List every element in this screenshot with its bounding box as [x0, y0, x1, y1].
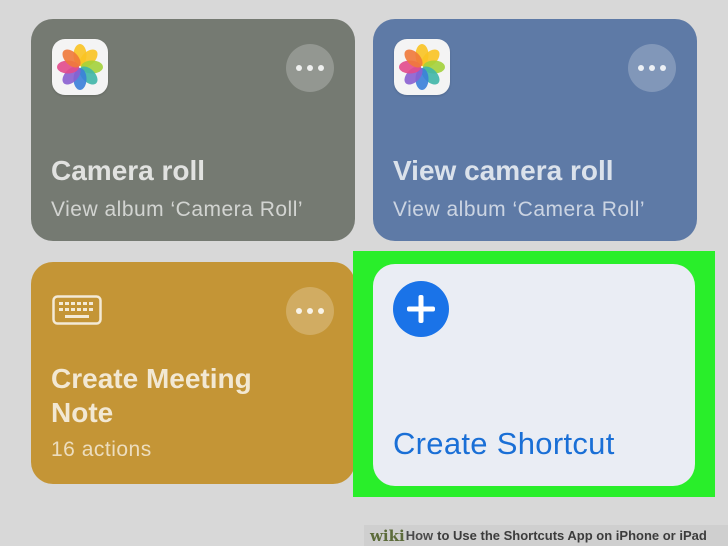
shortcut-card-camera-roll[interactable]: Camera roll View album ‘Camera Roll’: [31, 19, 355, 241]
create-shortcut-button[interactable]: Create Shortcut: [373, 264, 695, 486]
more-options-button[interactable]: [286, 44, 334, 92]
shortcut-title: Create Meeting Note: [51, 363, 252, 428]
ellipsis-icon: [638, 65, 644, 71]
watermark-how: How: [405, 528, 434, 543]
shortcut-subtitle: 16 actions: [51, 438, 152, 461]
shortcut-card-view-camera-roll[interactable]: View camera roll View album ‘Camera Roll…: [373, 19, 697, 241]
create-shortcut-label: Create Shortcut: [393, 426, 615, 461]
ellipsis-icon: [296, 65, 302, 71]
more-options-button[interactable]: [628, 44, 676, 92]
more-options-button[interactable]: [286, 287, 334, 335]
shortcuts-gallery: Camera roll View album ‘Camera Roll’ Vie…: [0, 0, 728, 546]
watermark-brand: wiki: [370, 526, 405, 545]
plus-icon: [393, 281, 449, 337]
keyboard-icon: [52, 295, 102, 330]
ellipsis-icon: [296, 308, 302, 314]
photos-icon: [394, 39, 450, 95]
shortcut-card-create-meeting-note[interactable]: Create Meeting Note 16 actions: [31, 262, 355, 484]
shortcut-subtitle: View album ‘Camera Roll’: [393, 198, 646, 221]
watermark: wiki How to Use the Shortcuts App on iPh…: [364, 525, 728, 546]
shortcut-title: Camera roll: [51, 155, 206, 186]
photos-icon: [52, 39, 108, 95]
watermark-text: to Use the Shortcuts App on iPhone or iP…: [437, 528, 707, 543]
shortcut-title: View camera roll: [393, 155, 614, 186]
shortcut-subtitle: View album ‘Camera Roll’: [51, 198, 304, 221]
